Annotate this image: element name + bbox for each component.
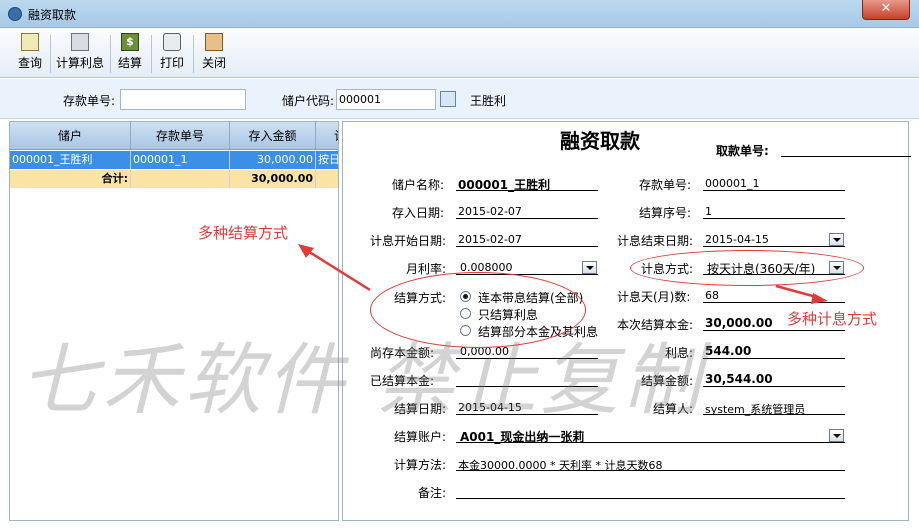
cell-method: 按日 — [316, 151, 338, 169]
toolbar: 查询 计算利息 $ 结算 打印 关闭 — [0, 29, 919, 78]
search-bar: 存款单号: 储户代码: 王胜利 — [0, 79, 919, 119]
total-amount: 30,000.00 — [230, 170, 316, 188]
settle-seq-value: 1 — [705, 205, 712, 218]
query-icon — [21, 33, 39, 51]
toolbar-separator — [110, 35, 111, 73]
field-underline — [703, 358, 845, 359]
field-underline — [456, 358, 598, 359]
deposit-no-value: 000001_1 — [705, 177, 760, 190]
settle-amount-label: 结算金额: — [641, 374, 694, 388]
calc-method-label: 计算方法: — [394, 458, 447, 472]
field-underline — [456, 414, 598, 415]
deposit-list-grid: 储户 存款单号 存入金额 计 000001_王胜利 000001_1 30,00… — [9, 121, 339, 521]
interest-days-value: 68 — [705, 289, 719, 302]
toolbar-separator — [151, 35, 152, 73]
deposit-date-label: 存入日期: — [392, 206, 445, 220]
grid-header: 储户 存款单号 存入金额 计 — [10, 122, 338, 150]
deposit-date-value: 2015-02-07 — [458, 205, 522, 218]
exit-door-icon — [205, 33, 223, 51]
interest-mode-highlight — [630, 250, 864, 286]
title-bar: 融资取款 ✕ — [0, 0, 919, 28]
principal-value[interactable]: 30,000.00 — [705, 316, 773, 330]
toolbar-separator — [193, 35, 194, 73]
withdraw-no-field[interactable] — [781, 156, 911, 157]
settle-mode-highlight — [370, 272, 586, 348]
cell-account: 000001_王胜利 — [10, 151, 131, 169]
withdraw-no-label: 取款单号: — [716, 144, 769, 158]
settle-button[interactable]: $ 结算 — [114, 33, 146, 75]
printer-icon — [163, 33, 181, 51]
interest-end-label: 计息结束日期: — [617, 234, 694, 248]
interest-start-label: 计息开始日期: — [370, 234, 447, 248]
deposit-no-search-input[interactable] — [120, 89, 246, 110]
principal-label: 本次结算本金: — [617, 318, 694, 332]
remark-field[interactable] — [456, 498, 845, 499]
print-button[interactable]: 打印 — [156, 33, 188, 75]
column-header-account[interactable]: 储户 — [10, 122, 131, 150]
account-code-input[interactable] — [336, 89, 436, 110]
field-underline — [456, 470, 845, 471]
total-row: 合计: 30,000.00 — [10, 170, 338, 188]
field-underline — [456, 246, 598, 247]
interest-days-label: 计息天(月)数: — [617, 290, 691, 304]
query-button[interactable]: 查询 — [14, 33, 46, 75]
cell-deposit-no: 000001_1 — [131, 151, 230, 169]
app-icon — [8, 7, 22, 21]
calculator-icon — [71, 33, 89, 51]
monthly-rate-dropdown[interactable] — [582, 261, 597, 274]
column-header-deposit-no[interactable]: 存款单号 — [131, 122, 230, 150]
calc-interest-button[interactable]: 计算利息 — [54, 33, 106, 75]
interest-end-dropdown[interactable] — [829, 233, 844, 246]
field-underline — [703, 330, 845, 331]
settle-account-dropdown[interactable] — [829, 429, 844, 442]
cell-amount: 30,000.00 — [230, 151, 316, 169]
remark-label: 备注: — [418, 486, 447, 500]
close-button[interactable]: 关闭 — [198, 33, 230, 75]
settler-label: 结算人: — [653, 402, 694, 416]
interest-start-value[interactable]: 2015-02-07 — [458, 233, 522, 246]
total-empty-cell — [316, 170, 338, 188]
interest-end-value[interactable]: 2015-04-15 — [705, 233, 769, 246]
lookup-icon[interactable] — [440, 91, 456, 107]
settle-amount-value: 30,544.00 — [705, 372, 773, 386]
field-underline — [703, 414, 845, 415]
account-code-label: 储户代码: — [282, 94, 335, 108]
form-title: 融资取款 — [560, 129, 640, 153]
total-empty-cell — [131, 170, 230, 188]
window-close-button[interactable]: ✕ — [862, 0, 910, 20]
account-name-label: 储户名称: — [392, 178, 445, 192]
field-underline — [703, 302, 845, 303]
deposit-no-label: 存款单号: — [639, 178, 692, 192]
field-underline — [456, 190, 598, 191]
settle-date-value[interactable]: 2015-04-15 — [458, 401, 522, 414]
table-row[interactable]: 000001_王胜利 000001_1 30,000.00 按日 — [10, 151, 338, 169]
remaining-principal-label: 尚存本金额: — [370, 346, 435, 360]
field-underline — [456, 442, 845, 443]
total-label: 合计: — [10, 170, 131, 188]
toolbar-separator — [50, 35, 51, 73]
interest-label: 利息: — [665, 346, 694, 360]
interest-value: 544.00 — [705, 344, 752, 358]
field-underline — [456, 386, 598, 387]
annotation-settle-modes: 多种结算方式 — [198, 224, 289, 242]
dollar-icon: $ — [121, 33, 139, 51]
column-header-amount[interactable]: 存入金额 — [230, 122, 316, 150]
field-underline — [703, 190, 845, 191]
account-name-display: 王胜利 — [470, 94, 507, 108]
settle-account-label: 结算账户: — [394, 430, 447, 444]
settled-principal-label: 已结算本金: — [370, 374, 435, 388]
deposit-no-search-label: 存款单号: — [63, 94, 116, 108]
annotation-interest-modes: 多种计息方式 — [787, 310, 878, 328]
settle-date-label: 结算日期: — [394, 402, 447, 416]
field-underline — [456, 218, 598, 219]
field-underline — [703, 218, 845, 219]
window-title: 融资取款 — [28, 8, 77, 22]
settle-seq-label: 结算序号: — [639, 206, 692, 220]
column-header-method[interactable]: 计 — [316, 122, 338, 150]
field-underline — [703, 246, 845, 247]
field-underline — [703, 386, 845, 387]
